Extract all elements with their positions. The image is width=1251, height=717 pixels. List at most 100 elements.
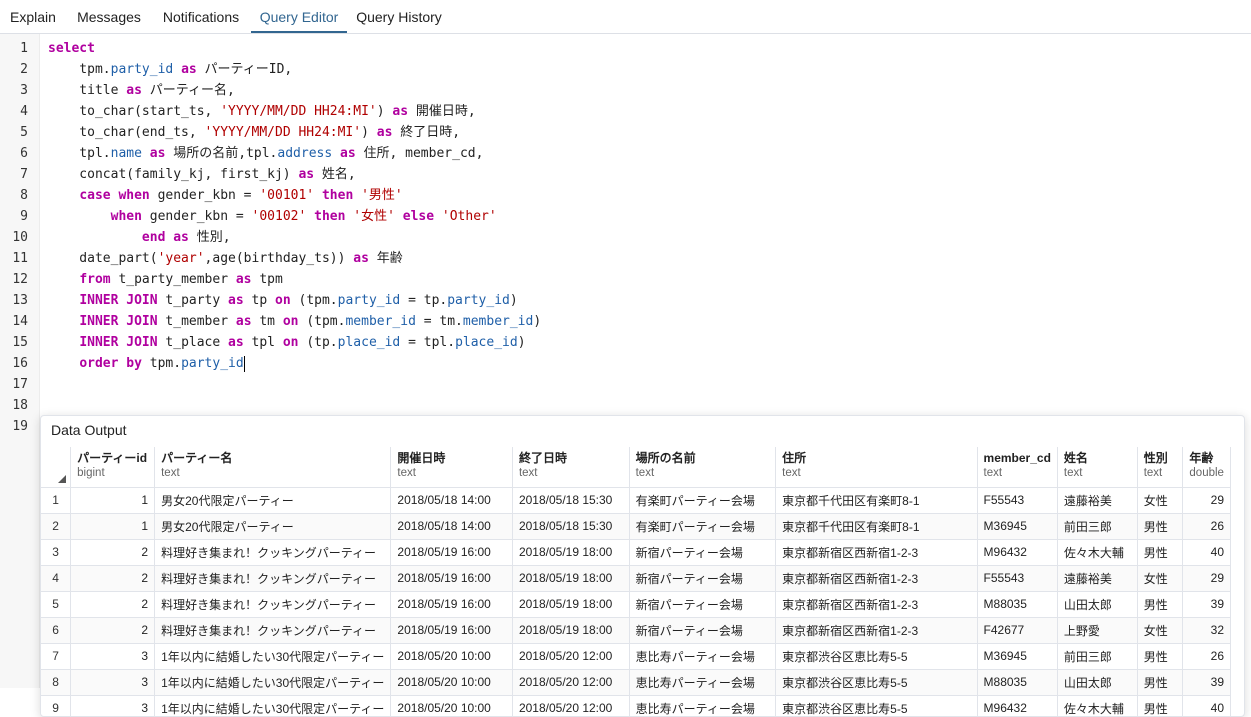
table-cell[interactable]: 2018/05/18 15:30 [512, 487, 630, 514]
row-number[interactable]: 9 [41, 695, 72, 716]
column-header[interactable]: 場所の名前 text [629, 447, 777, 488]
table-cell[interactable]: 女性 [1137, 487, 1184, 514]
table-cell[interactable]: F42677 [977, 617, 1058, 644]
table-cell[interactable]: 料理好き集まれ！クッキングパーティー [154, 565, 392, 592]
table-cell[interactable]: 女性 [1137, 617, 1184, 644]
table-cell[interactable]: 料理好き集まれ！クッキングパーティー [154, 617, 392, 644]
sql-code[interactable]: select tpm.party_id as パーティーID, title as… [48, 38, 541, 437]
row-number[interactable]: 6 [41, 617, 72, 644]
table-cell[interactable]: 2 [70, 539, 156, 566]
table-cell[interactable]: 料理好き集まれ！クッキングパーティー [154, 539, 392, 566]
table-row[interactable]: 8 3 1年以内に結婚したい30代限定パーティー 2018/05/20 10:00 20… [41, 669, 1231, 696]
table-cell[interactable]: 有楽町パーティー会場 [629, 487, 777, 514]
table-cell[interactable]: 2018/05/18 15:30 [512, 513, 630, 540]
row-number[interactable]: 7 [41, 643, 72, 670]
table-cell[interactable]: 上野愛 [1057, 617, 1138, 644]
table-cell[interactable]: 東京都新宿区西新宿1-2-3 [775, 591, 978, 618]
table-cell[interactable]: 新宿パーティー会場 [629, 617, 777, 644]
table-cell[interactable]: M88035 [977, 591, 1058, 618]
table-cell[interactable]: F55543 [977, 565, 1058, 592]
table-cell[interactable]: 男性 [1137, 669, 1184, 696]
table-cell[interactable]: 東京都渋谷区恵比寿5-5 [775, 643, 978, 670]
table-cell[interactable]: 1 [70, 487, 156, 514]
table-cell[interactable]: 東京都渋谷区恵比寿5-5 [775, 669, 978, 696]
column-header[interactable]: 住所 text [775, 447, 978, 488]
table-cell[interactable]: 2018/05/20 10:00 [390, 643, 513, 670]
table-cell[interactable]: 2018/05/20 10:00 [390, 695, 513, 716]
table-cell[interactable]: 3 [70, 669, 156, 696]
table-cell[interactable]: 新宿パーティー会場 [629, 565, 777, 592]
table-cell[interactable]: 1年以内に結婚したい30代限定パーティー [154, 669, 392, 696]
table-cell[interactable]: 山田太郎 [1057, 669, 1138, 696]
table-cell[interactable]: 男性 [1137, 539, 1184, 566]
table-cell[interactable]: F55543 [977, 487, 1058, 514]
table-cell[interactable]: 有楽町パーティー会場 [629, 513, 777, 540]
table-cell[interactable]: 2018/05/19 16:00 [390, 591, 513, 618]
row-number[interactable]: 1 [41, 487, 72, 514]
table-cell[interactable]: 遠藤裕美 [1057, 565, 1138, 592]
table-cell[interactable]: 男性 [1137, 591, 1184, 618]
table-cell[interactable]: 29 [1182, 487, 1231, 514]
table-cell[interactable]: 32 [1182, 617, 1231, 644]
table-cell[interactable]: 恵比寿パーティー会場 [629, 695, 777, 716]
table-cell[interactable]: 26 [1182, 513, 1231, 540]
table-cell[interactable]: 東京都渋谷区恵比寿5-5 [775, 695, 978, 716]
column-header[interactable]: パーティーid bigint [70, 447, 156, 488]
table-cell[interactable]: 佐々木大輔 [1057, 695, 1138, 716]
table-cell[interactable]: 新宿パーティー会場 [629, 539, 777, 566]
table-cell[interactable]: 東京都千代田区有楽町8-1 [775, 487, 978, 514]
tab-query-history[interactable]: Query History [347, 0, 451, 33]
table-cell[interactable]: 女性 [1137, 565, 1184, 592]
table-cell[interactable]: 恵比寿パーティー会場 [629, 643, 777, 670]
tab-query-editor[interactable]: Query Editor [251, 0, 347, 33]
table-cell[interactable]: 2018/05/20 12:00 [512, 669, 630, 696]
table-cell[interactable]: 2018/05/19 16:00 [390, 565, 513, 592]
table-cell[interactable]: M96432 [977, 695, 1058, 716]
table-cell[interactable]: 1年以内に結婚したい30代限定パーティー [154, 695, 392, 716]
column-header[interactable]: 年齢 double [1182, 447, 1231, 488]
table-cell[interactable]: 男性 [1137, 513, 1184, 540]
table-cell[interactable]: 1 [70, 513, 156, 540]
table-cell[interactable]: 男女20代限定パーティー [154, 513, 392, 540]
table-row[interactable]: 7 3 1年以内に結婚したい30代限定パーティー 2018/05/20 10:00 20… [41, 643, 1231, 670]
table-cell[interactable]: 新宿パーティー会場 [629, 591, 777, 618]
table-cell[interactable]: 東京都新宿区西新宿1-2-3 [775, 565, 978, 592]
table-row[interactable]: 2 1 男女20代限定パーティー 2018/05/18 14:00 2018/05/18… [41, 513, 1231, 540]
table-cell[interactable]: 2018/05/19 18:00 [512, 617, 630, 644]
table-cell[interactable]: 2018/05/18 14:00 [390, 487, 513, 514]
table-cell[interactable]: 40 [1182, 539, 1231, 566]
table-cell[interactable]: 26 [1182, 643, 1231, 670]
table-cell[interactable]: 3 [70, 695, 156, 716]
table-cell[interactable]: 遠藤裕美 [1057, 487, 1138, 514]
table-cell[interactable]: 2018/05/20 12:00 [512, 695, 630, 716]
column-header[interactable]: 姓名 text [1057, 447, 1138, 488]
table-cell[interactable]: 2018/05/20 12:00 [512, 643, 630, 670]
tab-notifications[interactable]: Notifications [152, 0, 250, 33]
table-cell[interactable]: 2018/05/20 10:00 [390, 669, 513, 696]
column-header[interactable]: 開催日時 text [390, 447, 513, 488]
table-cell[interactable]: 39 [1182, 669, 1231, 696]
table-cell[interactable]: 東京都新宿区西新宿1-2-3 [775, 617, 978, 644]
table-cell[interactable]: 山田太郎 [1057, 591, 1138, 618]
table-row[interactable]: 5 2 料理好き集まれ！クッキングパーティー 2018/05/19 16:00 2018… [41, 591, 1231, 618]
table-cell[interactable]: 東京都千代田区有楽町8-1 [775, 513, 978, 540]
table-cell[interactable]: 2018/05/19 16:00 [390, 617, 513, 644]
table-cell[interactable]: 3 [70, 643, 156, 670]
row-number[interactable]: 4 [41, 565, 72, 592]
table-cell[interactable]: 前田三郎 [1057, 643, 1138, 670]
table-cell[interactable]: 恵比寿パーティー会場 [629, 669, 777, 696]
table-row[interactable]: 3 2 料理好き集まれ！クッキングパーティー 2018/05/19 16:00 2018… [41, 539, 1231, 566]
table-cell[interactable]: M96432 [977, 539, 1058, 566]
column-header[interactable]: 性別 text [1137, 447, 1184, 488]
table-cell[interactable]: 東京都新宿区西新宿1-2-3 [775, 539, 978, 566]
table-cell[interactable]: 29 [1182, 565, 1231, 592]
table-cell[interactable]: 男女20代限定パーティー [154, 487, 392, 514]
table-cell[interactable]: 佐々木大輔 [1057, 539, 1138, 566]
table-row[interactable]: 9 3 1年以内に結婚したい30代限定パーティー 2018/05/20 10:00 20… [41, 695, 1231, 716]
table-row[interactable]: 4 2 料理好き集まれ！クッキングパーティー 2018/05/19 16:00 2018… [41, 565, 1231, 592]
table-cell[interactable]: 2 [70, 591, 156, 618]
row-number[interactable]: 8 [41, 669, 72, 696]
table-row[interactable]: 6 2 料理好き集まれ！クッキングパーティー 2018/05/19 16:00 2018… [41, 617, 1231, 644]
table-cell[interactable]: 2 [70, 617, 156, 644]
table-cell[interactable]: M36945 [977, 513, 1058, 540]
